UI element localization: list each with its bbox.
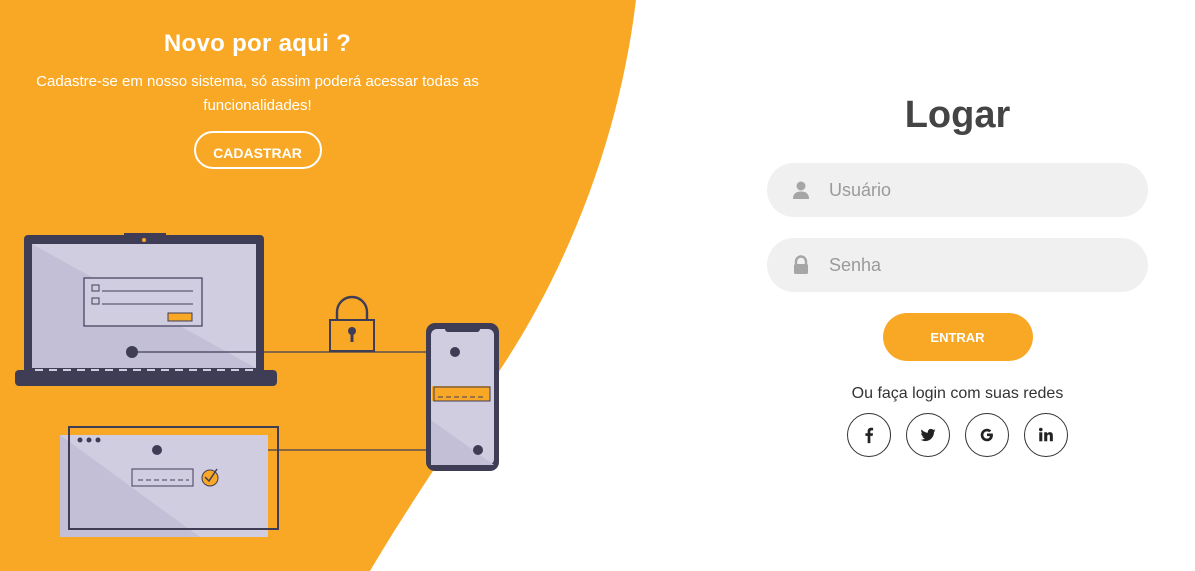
signup-button[interactable]: CADASTRAR [193,131,322,169]
social-login-text: Ou faça login com suas redes [851,385,1064,402]
twitter-button[interactable] [906,413,950,457]
signup-description: Cadastre-se em nosso sistema, só assim p… [36,73,479,114]
login-button[interactable]: ENTRAR [882,313,1033,361]
google-button[interactable] [965,413,1009,457]
padlock-illustration [329,295,375,352]
lock-icon [794,255,808,274]
login-form: Logar ENTRAR Ou faça login com suas rede… [767,94,1148,457]
password-field[interactable] [767,238,1148,292]
password-input[interactable] [827,253,1131,277]
signup-panel: Novo por aqui ? Cadastre-se em nosso sis… [0,0,515,169]
laptop-illustration [15,233,277,386]
signup-title: Novo por aqui ? [163,30,352,57]
browser-illustration [60,426,279,537]
username-field[interactable] [767,163,1148,217]
facebook-button[interactable] [847,413,891,457]
devices-illustration [15,233,499,537]
twitter-icon [920,428,936,442]
linkedin-icon [1038,427,1053,442]
login-title: Logar [904,94,1011,136]
google-icon [980,428,993,442]
username-input[interactable] [827,178,1131,202]
social-buttons [767,413,1148,457]
facebook-icon [865,427,874,444]
phone-illustration [426,323,499,471]
user-icon [793,181,809,199]
linkedin-button[interactable] [1024,413,1068,457]
